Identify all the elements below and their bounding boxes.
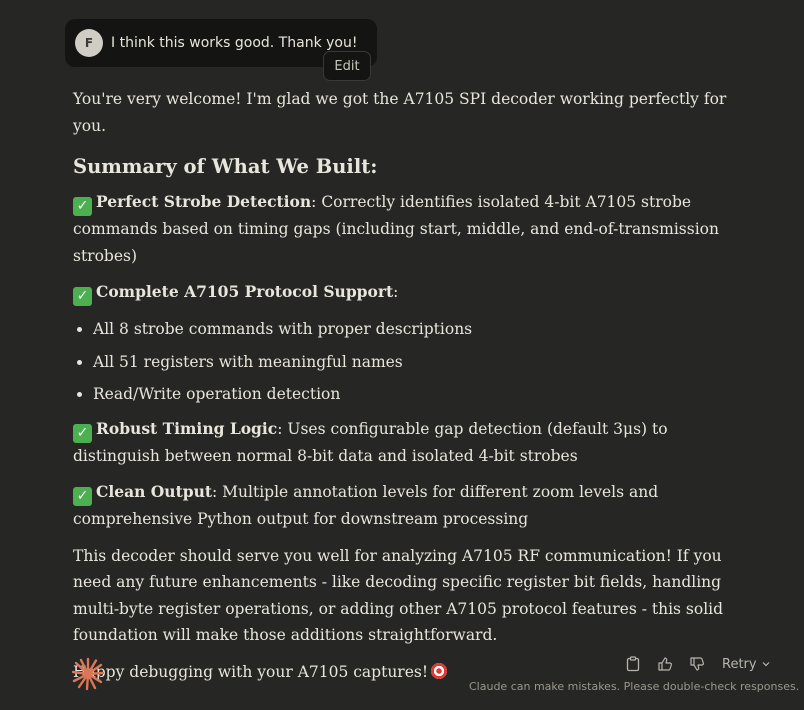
section-protocol-support: ✓ Complete A7105 Protocol Support: (73, 279, 753, 306)
section-strobe-detection: ✓ Perfect Strobe Detection: Correctly ide… (73, 189, 753, 269)
section-clean-output: ✓ Clean Output: Multiple annotation level… (73, 479, 753, 533)
section-title: Robust Timing Logic (96, 418, 278, 438)
summary-heading: Summary of What We Built: (73, 155, 378, 178)
thumbs-down-icon[interactable] (688, 655, 706, 673)
user-message-text: I think this works good. Thank you! (111, 35, 358, 51)
target-emoji-icon (431, 662, 448, 679)
check-mark-icon: ✓ (73, 197, 92, 216)
chevron-down-icon (762, 662, 770, 667)
section-text: : (393, 283, 399, 301)
message-actions: Retry (624, 654, 771, 674)
section-title: Complete A7105 Protocol Support (96, 282, 394, 301)
response-intro: You're very welcome! I'm glad we got the… (73, 90, 727, 135)
clipboard-icon[interactable] (624, 655, 642, 673)
signoff-text: Happy debugging with your A7105 captures… (73, 662, 429, 681)
edit-button[interactable]: Edit (323, 51, 371, 81)
list-item: Read/Write operation detection (93, 381, 753, 408)
response-closing: This decoder should serve you well for a… (73, 546, 724, 645)
list-item: All 51 registers with meaningful names (93, 349, 753, 376)
check-mark-icon: ✓ (73, 423, 92, 443)
thumbs-up-icon[interactable] (656, 655, 674, 673)
assistant-response: You're very welcome! I'm glad we got the… (73, 86, 753, 695)
disclaimer-text: Claude can make mistakes. Please double-… (469, 680, 800, 693)
claude-logo-icon (71, 657, 105, 691)
check-mark-icon: ✓ (73, 487, 92, 506)
check-mark-icon: ✓ (73, 287, 92, 306)
retry-button[interactable]: Retry (722, 657, 771, 672)
list-item: All 8 strobe commands with proper descri… (93, 316, 753, 343)
section-title: Perfect Strobe Detection (96, 192, 312, 211)
section-title: Clean Output (96, 482, 212, 501)
retry-label: Retry (722, 656, 757, 672)
section-timing-logic: ✓ Robust Timing Logic: Uses configurable … (73, 416, 753, 470)
user-avatar: F (75, 29, 103, 57)
protocol-bullet-list: All 8 strobe commands with proper descri… (73, 316, 753, 408)
